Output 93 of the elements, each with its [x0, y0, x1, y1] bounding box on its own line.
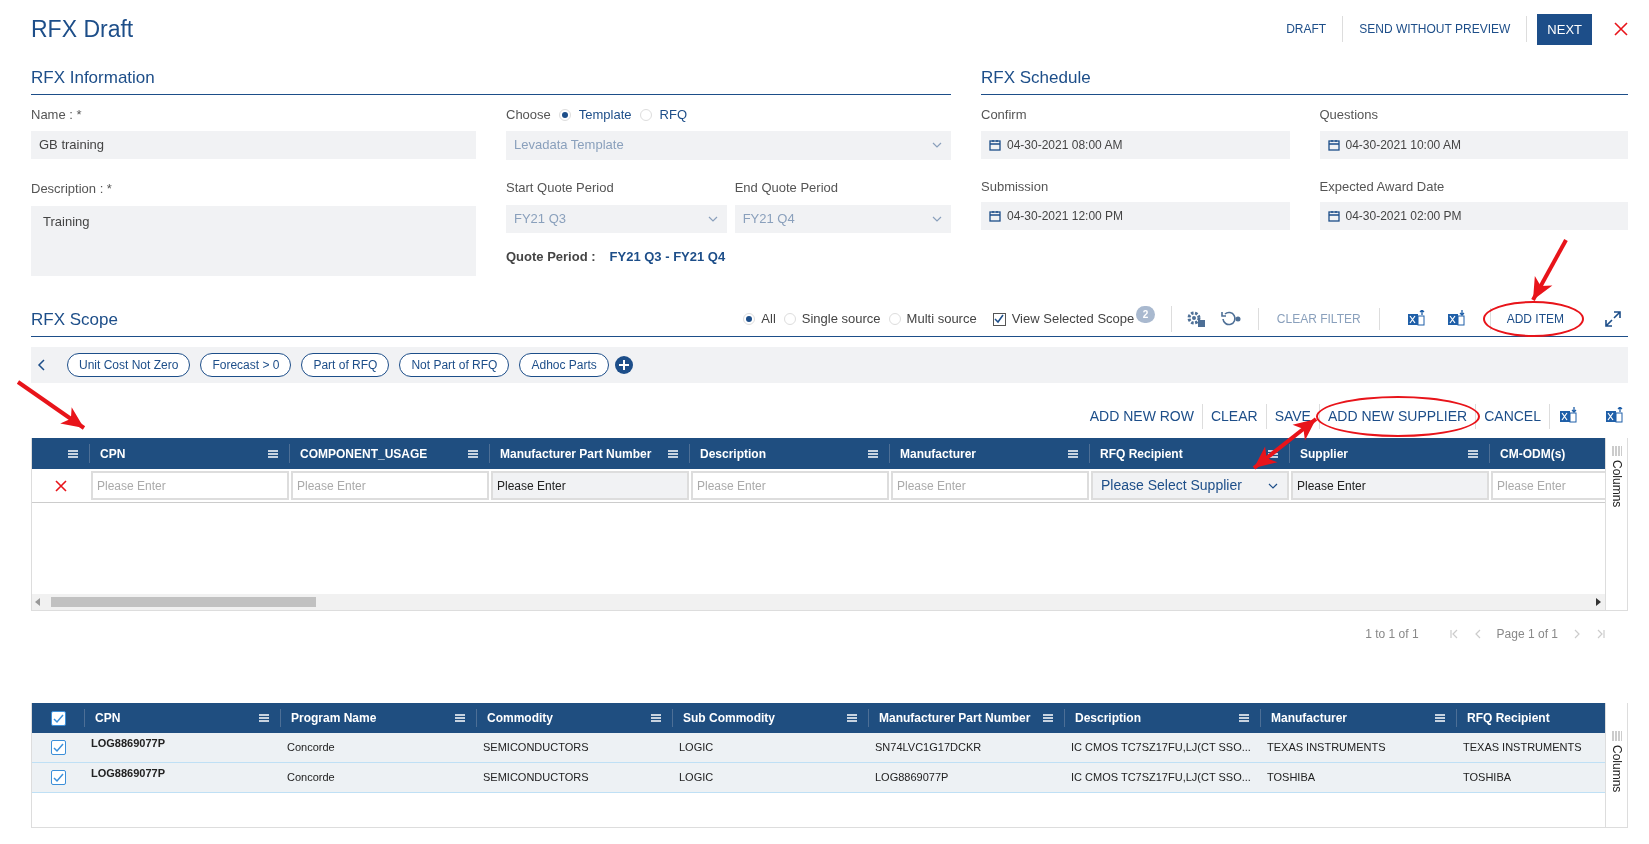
name-field[interactable]: GB training	[31, 130, 476, 159]
table-cell-text: TEXAS INSTRUMENTS	[1266, 740, 1387, 756]
section-title: RFX Scope	[31, 308, 118, 331]
input-field[interactable]: Please Enter	[291, 471, 489, 500]
input-field[interactable]: Please Enter	[691, 471, 889, 500]
input-field[interactable]: Please Enter	[891, 471, 1089, 500]
toolbar-button[interactable]: ADD NEW ROW	[1081, 403, 1203, 429]
table-cell-text: LOGIC	[678, 770, 715, 786]
toolbar-button[interactable]: ADD NEW SUPPLIER	[1319, 403, 1477, 429]
filter-chip[interactable]: Forecast > 0	[200, 353, 292, 377]
date-value: 04-30-2021 08:00 AM	[1007, 136, 1123, 154]
field-label: End Quote Period	[734, 178, 839, 197]
table-cell-text: Concorde	[286, 770, 336, 786]
date-value: 04-30-2021 12:00 PM	[1007, 208, 1124, 225]
column-header[interactable]: Sub Commodity	[683, 709, 775, 727]
filter-chip[interactable]: Not Part of RFQ	[399, 353, 510, 377]
column-header[interactable]: RFQ Recipient	[1100, 444, 1183, 463]
add-item-button[interactable]: ADD ITEM	[1494, 308, 1576, 330]
field-label: Start Quote Period	[506, 178, 615, 197]
column-header[interactable]: Description	[1075, 709, 1141, 727]
input-field[interactable]: Please Enter	[1291, 471, 1489, 500]
radio-label: Multi source	[906, 310, 977, 329]
radio-label: RFQ	[659, 106, 687, 124]
description-field[interactable]: Training	[31, 206, 476, 276]
column-header[interactable]: RFQ Recipient	[1467, 709, 1550, 727]
quote-period-value: FY21 Q3 - FY21 Q4	[609, 248, 726, 266]
table-cell-text: TOSHIBA	[1266, 770, 1317, 786]
columns-tab[interactable]: Columns	[1607, 745, 1626, 793]
table-cell-text: LOGIC	[678, 740, 715, 756]
select-value: FY21 Q3	[514, 210, 567, 229]
quote-period-label: Quote Period :	[506, 248, 596, 266]
supplier-select[interactable]: Please Select Supplier	[1091, 471, 1289, 500]
checkbox-label: View Selected Scope	[1011, 310, 1135, 329]
toolbar-button[interactable]: CANCEL	[1476, 403, 1550, 429]
column-header[interactable]: CPN	[100, 444, 126, 463]
table-cell-text: SEMICONDUCTORS	[482, 740, 590, 756]
section-title: RFX Information	[31, 64, 951, 95]
select-value: FY21 Q4	[742, 210, 795, 229]
next-button[interactable]: NEXT	[1537, 13, 1592, 45]
table-cell-text: IC CMOS TC7SZ17FU,LJ(CT SSO...	[1070, 770, 1252, 786]
column-header[interactable]: Commodity	[487, 709, 553, 727]
draft-button[interactable]: DRAFT	[1270, 16, 1344, 43]
filter-chip[interactable]: Part of RFQ	[301, 353, 390, 377]
select-value: Levadata Template	[514, 136, 624, 155]
section-title: RFX Schedule	[981, 64, 1628, 95]
column-header[interactable]: Manufacturer	[1271, 709, 1347, 727]
table-cell-text: Concorde	[286, 740, 336, 756]
date-value: 04-30-2021 02:00 PM	[1345, 208, 1462, 225]
field-label: Confirm	[981, 106, 1028, 124]
radio-label: Single source	[801, 310, 881, 329]
radio-label: All	[761, 310, 776, 329]
row-range: 1 to 1 of 1	[1365, 626, 1419, 643]
column-header[interactable]: CPN	[95, 709, 121, 727]
field-label: Description : *	[31, 179, 113, 198]
field-label: Expected Award Date	[1319, 177, 1446, 196]
field-label: Name : *	[31, 106, 83, 124]
table-cell-text: LOG8869077P	[90, 736, 166, 751]
table-cell-text: IC CMOS TC7SZ17FU,LJ(CT SSO...	[1070, 740, 1252, 756]
field-label: Submission	[981, 177, 1050, 196]
field-label: Choose	[506, 106, 551, 124]
table-cell-text: SEMICONDUCTORS	[482, 770, 590, 786]
column-header[interactable]: Manufacturer	[900, 444, 976, 463]
date-field[interactable]: 04-30-2021 10:00 AM	[1319, 130, 1628, 159]
page-title: RFX Draft	[31, 15, 134, 44]
date-field[interactable]: 04-30-2021 12:00 PM	[981, 202, 1290, 230]
column-header[interactable]: Manufacturer Part Number	[500, 444, 652, 463]
column-header[interactable]: Program Name	[291, 709, 377, 727]
column-header[interactable]: COMPONENT_USAGE	[300, 444, 428, 463]
table-cell-text: SN74LVC1G17DCKR	[874, 740, 983, 756]
radio-label: Template	[578, 106, 632, 124]
count-badge: 2	[1136, 306, 1155, 323]
select-value: Please Select Supplier	[1101, 476, 1242, 495]
column-header[interactable]: Manufacturer Part Number	[879, 709, 1031, 727]
input-field[interactable]: Please Enter	[91, 471, 289, 500]
field-label: Questions	[1319, 106, 1380, 124]
column-header[interactable]: CM-ODM(s)	[1500, 444, 1566, 463]
send-button[interactable]: SEND WITHOUT PREVIEW	[1343, 16, 1528, 43]
table-cell-text: LOG8869077P	[90, 766, 166, 781]
column-header[interactable]: Description	[700, 444, 766, 463]
toolbar-button[interactable]: CLEAR	[1202, 403, 1267, 429]
input-field[interactable]: Please Enter	[1491, 471, 1605, 500]
columns-tab[interactable]: Columns	[1607, 460, 1626, 508]
date-value: 04-30-2021 10:00 AM	[1345, 136, 1461, 154]
page-indicator: Page 1 of 1	[1496, 626, 1558, 643]
filter-chip[interactable]: Adhoc Parts	[519, 353, 609, 377]
date-field[interactable]: 04-30-2021 02:00 PM	[1319, 202, 1628, 230]
filter-chip[interactable]: Unit Cost Not Zero	[67, 353, 191, 377]
date-field[interactable]: 04-30-2021 08:00 AM	[981, 130, 1290, 159]
table-cell-text: LOG8869077P	[874, 770, 950, 786]
column-header[interactable]: Supplier	[1300, 444, 1348, 463]
table-cell-text: TEXAS INSTRUMENTS	[1462, 740, 1583, 756]
input-field[interactable]: Please Enter	[491, 471, 689, 500]
table-cell-text: TOSHIBA	[1462, 770, 1513, 786]
